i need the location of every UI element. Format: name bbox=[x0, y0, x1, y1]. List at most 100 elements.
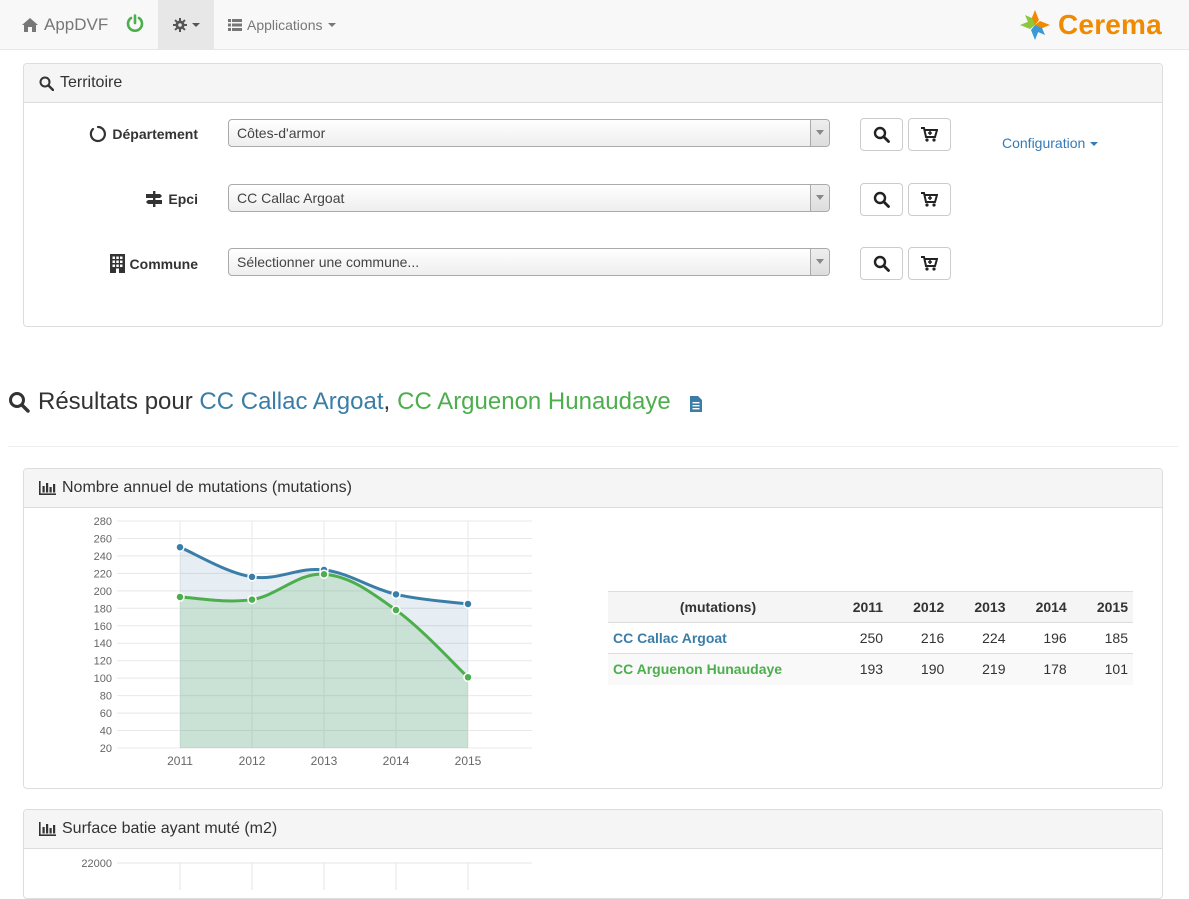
x-tick-label: 2015 bbox=[455, 754, 482, 768]
results-territory-a: CC Callac Argoat bbox=[199, 388, 384, 415]
departement-search-button[interactable] bbox=[860, 118, 903, 151]
table-header-year: 2012 bbox=[888, 591, 950, 623]
circle-notch-icon bbox=[90, 125, 107, 143]
results-prefix: Résultats pour bbox=[38, 388, 200, 415]
table-header-year: 2014 bbox=[1010, 591, 1072, 623]
x-tick-label: 2014 bbox=[383, 754, 410, 768]
brand-label: AppDVF bbox=[44, 15, 109, 34]
commune-select[interactable]: Sélectionner une commune... bbox=[228, 248, 830, 276]
y-tick-label: 60 bbox=[100, 708, 112, 720]
cart-icon bbox=[921, 127, 938, 142]
y-tick-label: 100 bbox=[94, 673, 112, 685]
cart-icon bbox=[921, 192, 938, 207]
epci-search-button[interactable] bbox=[860, 183, 903, 216]
mutations-table: (mutations) 2011 2012 2013 2014 2015 CC … bbox=[608, 591, 1133, 685]
departement-cart-button[interactable] bbox=[908, 118, 951, 151]
table-row-name: CC Callac Argoat bbox=[608, 622, 828, 654]
table-header-label: (mutations) bbox=[608, 591, 828, 623]
results-title: Résultats pour CC Callac Argoat, CC Argue… bbox=[8, 388, 712, 416]
x-tick-label: 2012 bbox=[239, 754, 266, 768]
mutations-title: Nombre annuel de mutations (mutations) bbox=[62, 479, 352, 496]
y-tick-label: 140 bbox=[94, 638, 112, 650]
dropdown-arrow-icon[interactable] bbox=[810, 185, 829, 211]
epci-cart-button[interactable] bbox=[908, 183, 951, 216]
table-header-row: (mutations) 2011 2012 2013 2014 2015 bbox=[608, 591, 1133, 623]
epci-select-value: CC Callac Argoat bbox=[237, 190, 345, 206]
search-icon bbox=[39, 76, 54, 91]
y-tick-label: 260 bbox=[94, 533, 112, 545]
surface-panel: Surface batie ayant muté (m2) 22000 bbox=[23, 809, 1163, 899]
surface-heading: Surface batie ayant muté (m2) bbox=[24, 810, 1162, 849]
departement-select[interactable]: Côtes-d'armor bbox=[228, 119, 830, 147]
settings-menu-toggle[interactable] bbox=[158, 0, 214, 50]
commune-search-button[interactable] bbox=[860, 247, 903, 280]
table-cell: 216 bbox=[888, 622, 950, 654]
data-point[interactable] bbox=[247, 572, 257, 582]
table-cell: 250 bbox=[828, 622, 889, 654]
data-point[interactable] bbox=[175, 542, 185, 552]
table-cell: 185 bbox=[1071, 622, 1133, 654]
signpost-icon bbox=[146, 191, 163, 207]
results-separator: , bbox=[383, 388, 391, 415]
data-point[interactable] bbox=[463, 672, 473, 683]
x-tick-label: 2011 bbox=[167, 754, 193, 768]
top-navbar: AppDVF Applications Cerema bbox=[0, 0, 1189, 50]
data-point[interactable] bbox=[391, 605, 401, 615]
search-icon bbox=[873, 255, 890, 272]
surface-chart-stub: 22000 bbox=[81, 858, 532, 890]
x-tick-label: 2013 bbox=[311, 754, 338, 768]
table-row: CC Arguenon Hunaudaye 193 190 219 178 10… bbox=[608, 653, 1133, 685]
table-header-year: 2011 bbox=[828, 591, 889, 623]
commune-select-placeholder: Sélectionner une commune... bbox=[237, 254, 420, 270]
territoire-panel: Territoire Département Côtes-d'armor Con… bbox=[23, 63, 1163, 327]
territoire-heading: Territoire bbox=[24, 64, 1162, 103]
departement-label: Département bbox=[89, 125, 198, 143]
epci-label: Epci bbox=[145, 190, 198, 208]
brand-link[interactable]: AppDVF bbox=[22, 13, 108, 37]
y-tick-label: 120 bbox=[94, 656, 112, 668]
applications-label: Applications bbox=[247, 17, 323, 33]
table-header-year: 2015 bbox=[1071, 591, 1133, 623]
cart-icon bbox=[921, 256, 938, 271]
data-point[interactable] bbox=[391, 589, 401, 600]
y-tick-label: 80 bbox=[100, 691, 112, 703]
configuration-dropdown[interactable]: Configuration bbox=[1002, 135, 1099, 151]
dropdown-arrow-icon[interactable] bbox=[810, 120, 829, 146]
territoire-title: Territoire bbox=[60, 74, 123, 91]
data-point[interactable] bbox=[463, 599, 473, 609]
departement-row: Département Côtes-d'armor bbox=[24, 118, 1162, 151]
document-icon[interactable] bbox=[688, 395, 704, 413]
bar-chart-icon bbox=[39, 822, 56, 836]
epci-select[interactable]: CC Callac Argoat bbox=[228, 184, 830, 212]
mutations-chart: 20 40 60 80 100 120 140 160 180 200 220 240 260 280 20… bbox=[94, 516, 532, 768]
table-header-year: 2013 bbox=[949, 591, 1011, 623]
commune-label: Commune bbox=[109, 254, 198, 273]
departement-select-value: Côtes-d'armor bbox=[237, 125, 326, 141]
y-tick-label: 220 bbox=[94, 568, 112, 580]
dropdown-arrow-icon[interactable] bbox=[810, 249, 829, 275]
y-tick-label: 40 bbox=[100, 726, 112, 738]
y-tick-label: 22000 bbox=[81, 858, 112, 870]
commune-cart-button[interactable] bbox=[908, 247, 951, 280]
y-tick-label: 160 bbox=[94, 621, 112, 633]
search-icon bbox=[9, 392, 30, 413]
power-icon[interactable] bbox=[126, 14, 144, 34]
table-cell: 224 bbox=[949, 622, 1011, 654]
home-icon bbox=[22, 18, 38, 32]
logo-text: Cerema bbox=[1058, 9, 1162, 40]
chevron-down-icon bbox=[191, 23, 200, 27]
chevron-down-icon bbox=[327, 23, 336, 27]
data-point[interactable] bbox=[247, 594, 257, 605]
search-icon bbox=[873, 126, 890, 143]
results-territory-b: CC Arguenon Hunaudaye bbox=[397, 388, 671, 415]
table-row-name: CC Arguenon Hunaudaye bbox=[608, 653, 828, 685]
table-cell: 101 bbox=[1071, 653, 1133, 685]
applications-menu[interactable]: Applications bbox=[228, 0, 336, 50]
surface-title: Surface batie ayant muté (m2) bbox=[62, 820, 278, 837]
data-point[interactable] bbox=[175, 592, 185, 602]
y-tick-label: 180 bbox=[94, 603, 112, 615]
y-tick-label: 20 bbox=[100, 743, 112, 755]
mutations-heading: Nombre annuel de mutations (mutations) bbox=[24, 469, 1162, 508]
data-point[interactable] bbox=[319, 569, 329, 580]
list-icon bbox=[228, 19, 242, 31]
